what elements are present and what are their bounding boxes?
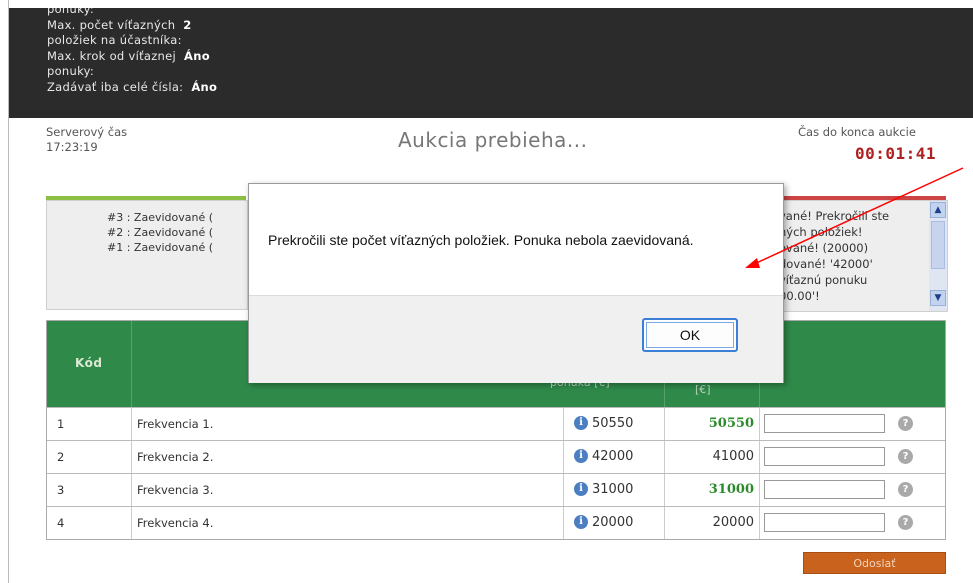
red-arrow-annotation	[745, 167, 964, 268]
auction-page: ponuky: Max. počet víťazných 2 položiek n…	[0, 0, 973, 583]
